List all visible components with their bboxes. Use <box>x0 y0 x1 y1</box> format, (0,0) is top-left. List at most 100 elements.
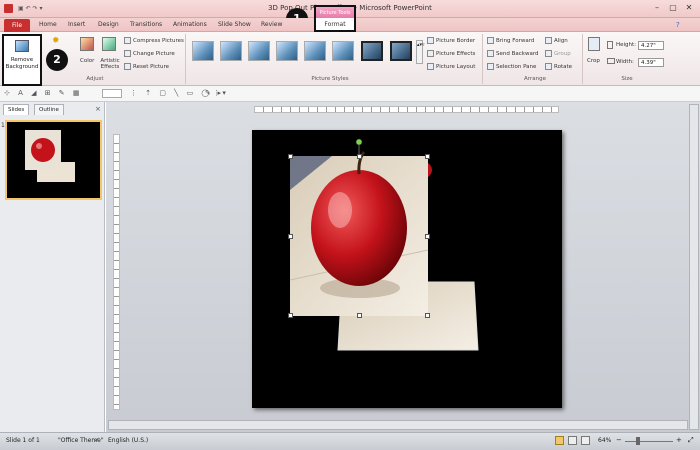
tab-review[interactable]: Review <box>261 21 282 31</box>
pop-out-photo[interactable] <box>252 130 562 408</box>
bring-forward-button[interactable]: Bring Forward <box>496 38 534 44</box>
picture-layout-icon[interactable] <box>427 63 434 70</box>
send-backward-icon[interactable] <box>487 50 494 57</box>
remove-background-label: Remove Background <box>5 57 39 70</box>
slide-sorter-icon[interactable] <box>568 436 577 445</box>
resize-handle[interactable] <box>288 154 293 159</box>
picture-border-icon[interactable] <box>427 37 434 44</box>
minimize-icon[interactable]: – <box>650 3 664 13</box>
adjust-group-label: Adjust <box>86 76 104 82</box>
maximize-icon[interactable]: ▢ <box>666 3 680 13</box>
color-label[interactable]: Color <box>80 58 94 64</box>
picture-style-1[interactable] <box>192 41 214 61</box>
tab-slides[interactable]: Slides <box>3 104 30 115</box>
remove-background-button[interactable]: Remove Background <box>2 34 42 86</box>
selection-pane-button[interactable]: Selection Pane <box>496 64 536 70</box>
resize-handle[interactable] <box>288 234 293 239</box>
horizontal-scrollbar[interactable] <box>108 420 688 430</box>
picture-style-5[interactable] <box>304 41 326 61</box>
zoom-slider-thumb[interactable] <box>636 437 640 445</box>
resize-handle[interactable] <box>357 313 362 318</box>
slide-canvas[interactable] <box>252 130 562 408</box>
close-pane-icon[interactable]: × <box>95 105 101 113</box>
compress-pictures-icon[interactable] <box>124 37 131 44</box>
tab-outline[interactable]: Outline <box>34 104 64 115</box>
width-label: Width: <box>616 59 634 65</box>
height-label: Height: <box>616 42 637 48</box>
slide-thumbnail-image <box>7 122 100 198</box>
gallery-more-icon[interactable]: ▴▾▿ <box>416 40 425 64</box>
zoom-slider[interactable] <box>625 441 673 442</box>
zoom-level[interactable]: 64% <box>598 437 611 444</box>
compress-pictures-button[interactable]: Compress Pictures <box>133 38 184 44</box>
help-icon[interactable]: ? <box>676 21 680 29</box>
picture-style-8[interactable] <box>390 41 412 61</box>
color-icon[interactable] <box>80 37 94 51</box>
slide-thumbnail[interactable] <box>5 120 102 200</box>
picture-border-button[interactable]: Picture Border <box>436 38 475 44</box>
group-button[interactable]: Group <box>554 51 571 57</box>
rotate-button[interactable]: Rotate <box>554 64 572 70</box>
resize-handle[interactable] <box>425 154 430 159</box>
vertical-ruler <box>113 134 120 410</box>
tab-home[interactable]: Home <box>39 21 57 31</box>
reset-picture-icon[interactable] <box>124 63 131 70</box>
change-picture-icon[interactable] <box>124 50 131 57</box>
tab-insert[interactable]: Insert <box>68 21 85 31</box>
selection-pane-icon[interactable] <box>487 63 494 70</box>
tab-slide-show[interactable]: Slide Show <box>218 21 251 31</box>
picture-style-2[interactable] <box>220 41 242 61</box>
align-button[interactable]: Align <box>554 38 568 44</box>
status-bar: Slide 1 of 1 "Office Theme" ✓ English (U… <box>0 432 700 450</box>
artistic-effects-label[interactable]: Artistic Effects <box>98 58 122 70</box>
zoom-in-icon[interactable]: + <box>676 436 682 444</box>
fit-slide-icon[interactable]: ⤢ <box>688 436 694 445</box>
language-indicator[interactable]: English (U.S.) <box>108 437 148 444</box>
artistic-effects-icon[interactable] <box>102 37 116 51</box>
tab-file[interactable]: File <box>4 19 30 32</box>
reading-view-icon[interactable] <box>581 436 590 445</box>
bring-forward-icon[interactable] <box>487 37 494 44</box>
font-size-box[interactable] <box>102 89 122 98</box>
picture-style-6[interactable] <box>332 41 354 61</box>
width-input[interactable]: 4.39" <box>638 58 664 67</box>
corrections-icon[interactable]: ✹ <box>52 36 64 46</box>
zoom-out-icon[interactable]: − <box>616 436 622 444</box>
tab-transitions[interactable]: Transitions <box>130 21 162 31</box>
resize-handle[interactable] <box>425 234 430 239</box>
format-toolbar-icons[interactable]: ⊹ A ◢ ⊞ ✎ ▦ <box>4 89 83 97</box>
picture-effects-icon[interactable] <box>427 50 434 57</box>
picture-style-3[interactable] <box>248 41 270 61</box>
separator <box>582 34 583 84</box>
resize-handle[interactable] <box>357 154 362 159</box>
change-picture-button[interactable]: Change Picture <box>133 51 175 57</box>
edit-icon[interactable]: ✎ ⋮ ▾ <box>205 89 226 97</box>
resize-handle[interactable] <box>425 313 430 318</box>
reset-picture-button[interactable]: Reset Picture <box>133 64 169 70</box>
separator <box>185 34 186 84</box>
picture-layout-button[interactable]: Picture Layout <box>436 64 475 70</box>
rotate-icon[interactable] <box>545 63 552 70</box>
remove-background-icon <box>15 40 29 52</box>
picture-effects-button[interactable]: Picture Effects <box>436 51 475 57</box>
size-group-label: Size <box>621 76 633 82</box>
group-icon[interactable] <box>545 50 552 57</box>
crop-button[interactable]: Crop <box>587 58 600 64</box>
ribbon-tabs: File Home Insert Design Transitions Anim… <box>0 18 700 32</box>
normal-view-icon[interactable] <box>555 436 564 445</box>
height-icon <box>607 41 613 49</box>
vertical-scrollbar[interactable] <box>689 104 699 430</box>
picture-style-7[interactable] <box>361 41 383 61</box>
resize-handle[interactable] <box>288 313 293 318</box>
send-backward-button[interactable]: Send Backward <box>496 51 538 57</box>
close-icon[interactable]: ✕ <box>682 3 696 13</box>
tab-design[interactable]: Design <box>98 21 119 31</box>
height-input[interactable]: 4.27" <box>638 41 664 50</box>
tab-animations[interactable]: Animations <box>173 21 207 31</box>
spelling-icon[interactable]: ✓ <box>94 436 100 444</box>
picture-style-4[interactable] <box>276 41 298 61</box>
tab-format[interactable]: Format <box>314 18 356 32</box>
arrange-group-label: Arrange <box>524 76 546 82</box>
align-icon[interactable] <box>545 37 552 44</box>
crop-icon[interactable] <box>588 37 600 51</box>
